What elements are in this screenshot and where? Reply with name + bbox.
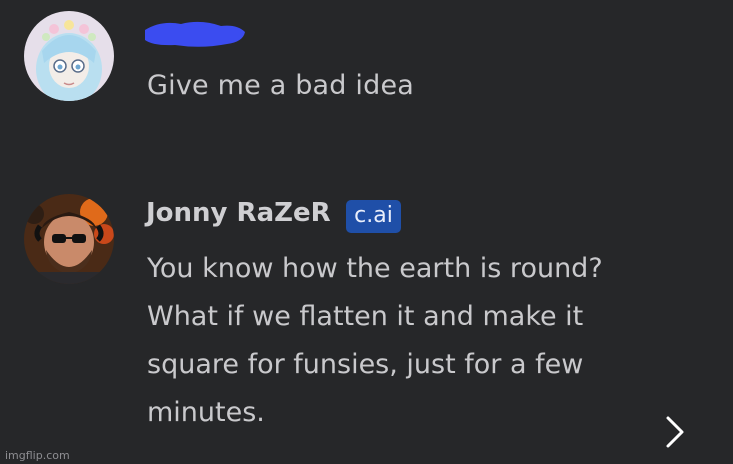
user-avatar[interactable] [24,11,114,101]
imgflip-watermark: imgflip.com [5,449,70,462]
character-avatar[interactable] [24,194,114,284]
cai-badge: c.ai [346,200,401,233]
chevron-right-icon [666,416,684,448]
redacted-username [145,21,245,47]
character-message-line: What if we flatten it and make it [147,301,584,332]
next-response-button[interactable] [660,412,690,452]
character-name: Jonny RaZeR [146,198,331,228]
character-message-line: square for funsies, just for a few [147,349,584,380]
bearded-man-avatar-icon [24,194,114,284]
anime-girl-avatar-icon [24,11,114,101]
user-message-text: Give me a bad idea [147,70,415,101]
character-message-line: minutes. [147,397,265,428]
character-message-line: You know how the earth is round? [147,253,603,284]
